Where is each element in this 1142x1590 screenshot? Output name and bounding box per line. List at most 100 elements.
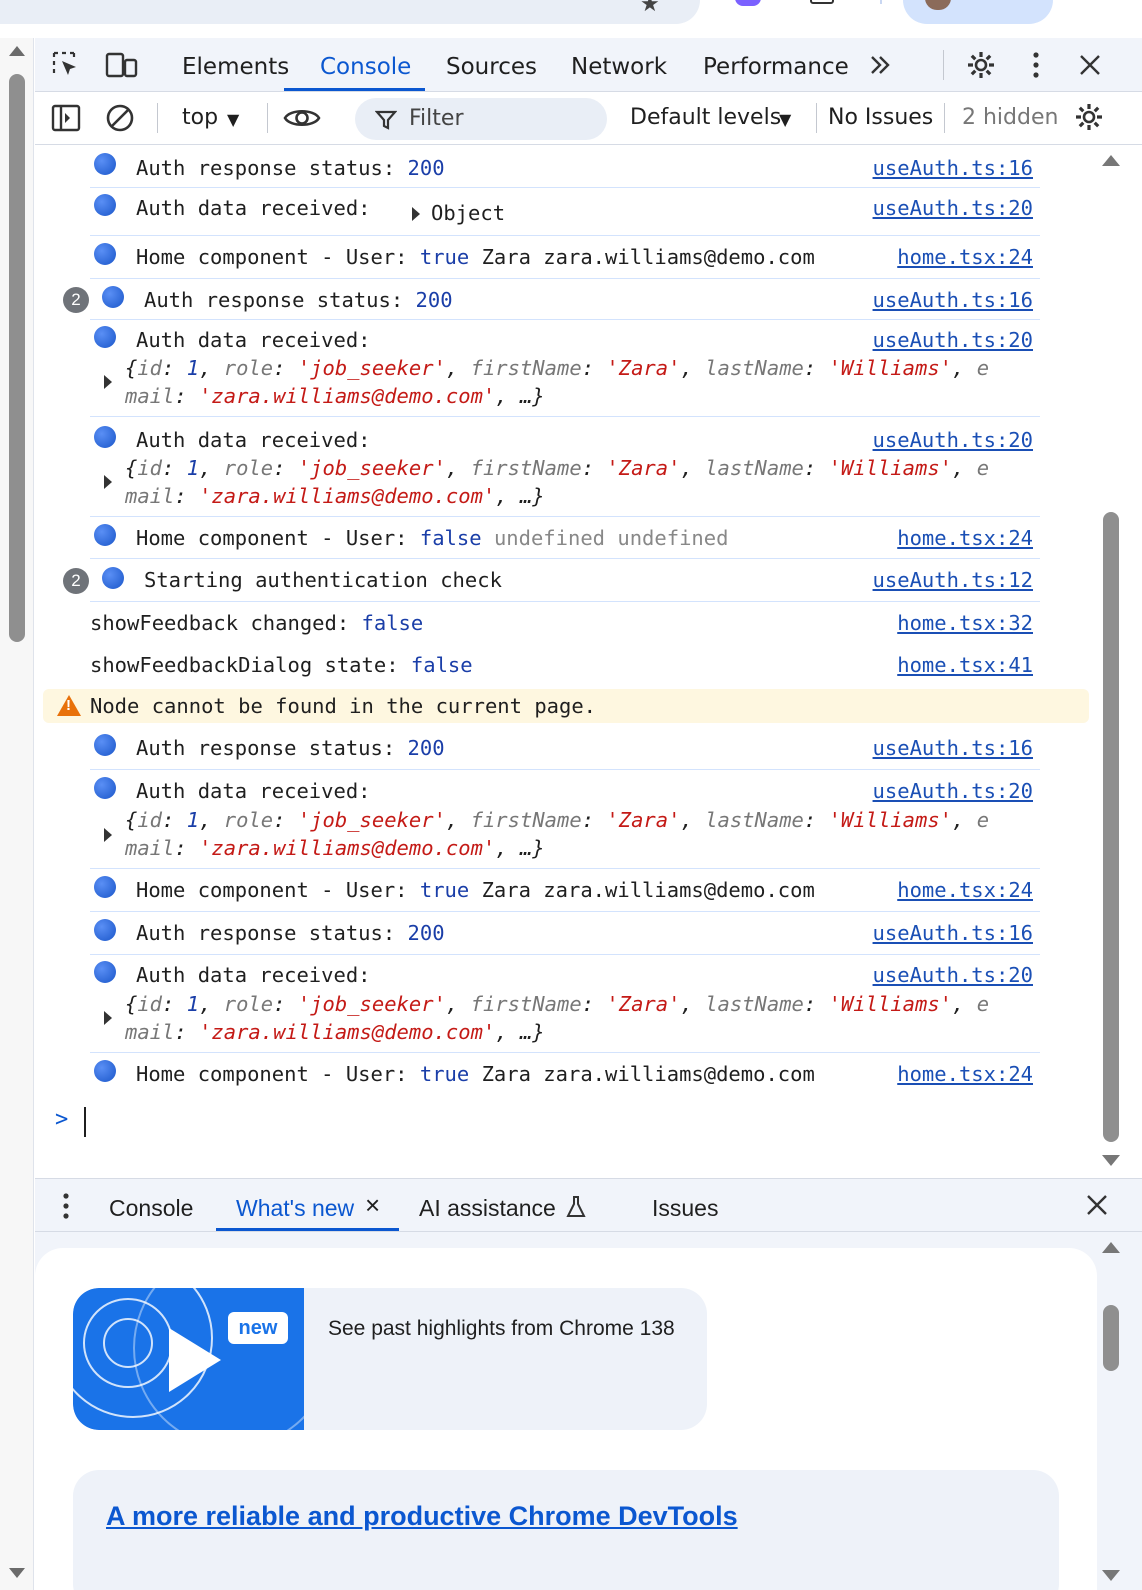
video-thumbnail[interactable]: new xyxy=(73,1288,304,1430)
expand-triangle-icon[interactable] xyxy=(104,828,112,842)
expand-triangle-icon[interactable] xyxy=(104,375,112,389)
extension-icon[interactable] xyxy=(735,0,761,6)
message-text: Auth data received: xyxy=(136,779,371,803)
tab-elements[interactable]: Elements xyxy=(182,52,289,82)
object-label[interactable]: Object xyxy=(431,199,505,227)
tab-console[interactable]: Console xyxy=(320,52,411,82)
console-scroll-down-icon[interactable] xyxy=(1102,1155,1120,1166)
scroll-thumb[interactable] xyxy=(9,74,25,642)
expand-triangle-icon[interactable] xyxy=(104,475,112,489)
console-scroll-up-icon[interactable] xyxy=(1102,155,1120,166)
info-dot-icon xyxy=(94,326,116,348)
source-link[interactable]: home.tsx:24 xyxy=(897,243,1033,271)
object-preview-line-1[interactable]: {id: 1, role: 'job_seeker', firstName: '… xyxy=(125,454,989,482)
drawer-scroll-down-icon[interactable] xyxy=(1102,1570,1120,1581)
bookmark-star-icon[interactable]: ★ xyxy=(640,0,660,17)
drawer-tab-whats-new[interactable]: What's new xyxy=(236,1193,354,1223)
close-tab-icon[interactable]: × xyxy=(365,1190,380,1220)
info-dot-icon xyxy=(94,919,116,941)
message-text: Auth data received: xyxy=(136,963,371,987)
message-text: Home component - User: xyxy=(136,1062,408,1086)
tab-sources[interactable]: Sources xyxy=(446,52,537,82)
tab-search-icon[interactable] xyxy=(810,0,834,4)
sidebar-toggle-icon[interactable] xyxy=(51,103,81,133)
source-link[interactable]: home.tsx:24 xyxy=(897,876,1033,904)
object-preview-line-1[interactable]: {id: 1, role: 'job_seeker', firstName: '… xyxy=(125,806,989,834)
chevron-down-icon[interactable]: ▼ xyxy=(779,105,791,135)
info-dot-icon xyxy=(102,567,124,589)
source-link[interactable]: home.tsx:32 xyxy=(897,609,1033,637)
tab-performance[interactable]: Performance xyxy=(703,52,849,82)
message-text: Starting authentication check xyxy=(144,568,502,592)
scroll-up-arrow-icon[interactable] xyxy=(9,46,25,56)
drawer-scroll-thumb[interactable] xyxy=(1103,1305,1119,1371)
console-scroll-thumb[interactable] xyxy=(1103,512,1119,1142)
source-link[interactable]: home.tsx:24 xyxy=(897,1060,1033,1088)
close-devtools-icon[interactable] xyxy=(1077,52,1103,78)
info-dot-icon xyxy=(102,286,124,308)
context-selector[interactable]: top xyxy=(182,103,218,133)
console-message: 2 Starting authentication check useAuth.… xyxy=(63,560,1040,602)
message-value: 200 xyxy=(415,288,453,312)
message-rest: Zara zara.williams@demo.com xyxy=(481,1062,815,1086)
drawer-tab-console[interactable]: Console xyxy=(109,1193,193,1223)
source-link[interactable]: useAuth.ts:16 xyxy=(873,154,1033,182)
source-link[interactable]: useAuth.ts:20 xyxy=(873,961,1033,989)
source-link[interactable]: useAuth.ts:20 xyxy=(873,777,1033,805)
drawer-scroll-up-icon[interactable] xyxy=(1102,1242,1120,1253)
object-preview-line-1[interactable]: {id: 1, role: 'job_seeker', firstName: '… xyxy=(125,990,989,1018)
console-message: Auth response status: 200 useAuth.ts:16 xyxy=(90,914,1040,955)
console-message: Home component - User: false undefined u… xyxy=(90,518,1040,559)
console-settings-gear-icon[interactable] xyxy=(1073,101,1105,133)
console-message: Auth data received: Object useAuth.ts:20 xyxy=(90,189,1040,236)
info-dot-icon xyxy=(94,961,116,983)
console-input[interactable] xyxy=(84,1107,86,1137)
filter-input[interactable]: Filter xyxy=(355,98,607,140)
object-preview-line-2[interactable]: mail: 'zara.williams@demo.com', …} xyxy=(125,482,545,510)
device-toolbar-icon[interactable] xyxy=(105,50,139,80)
info-dot-icon xyxy=(94,243,116,265)
browser-toolbar: ★ xyxy=(0,0,1142,38)
source-link[interactable]: useAuth.ts:20 xyxy=(873,194,1033,222)
source-link[interactable]: home.tsx:24 xyxy=(897,524,1033,552)
highlights-card[interactable]: new See past highlights from Chrome 138 xyxy=(73,1288,707,1430)
drawer-tab-ai-assistance[interactable]: AI assistance xyxy=(419,1193,556,1223)
object-preview-line-2[interactable]: mail: 'zara.williams@demo.com', …} xyxy=(125,834,545,862)
more-options-icon[interactable] xyxy=(1029,50,1043,80)
release-notes-card: A more reliable and productive Chrome De… xyxy=(73,1470,1059,1590)
drawer-menu-icon[interactable] xyxy=(59,1191,73,1221)
object-preview-line-2[interactable]: mail: 'zara.williams@demo.com', …} xyxy=(125,1018,545,1046)
drawer-tab-issues[interactable]: Issues xyxy=(652,1193,718,1223)
new-badge: new xyxy=(228,1312,288,1344)
source-link[interactable]: useAuth.ts:20 xyxy=(873,326,1033,354)
chevron-down-icon[interactable]: ▼ xyxy=(227,105,239,135)
play-icon[interactable] xyxy=(169,1328,221,1392)
source-link[interactable]: useAuth.ts:16 xyxy=(873,286,1033,314)
source-link[interactable]: home.tsx:41 xyxy=(897,651,1033,679)
source-link[interactable]: useAuth.ts:20 xyxy=(873,426,1033,454)
live-expression-eye-icon[interactable] xyxy=(283,103,321,133)
scroll-down-arrow-icon[interactable] xyxy=(9,1568,25,1578)
expand-triangle-icon[interactable] xyxy=(412,207,420,221)
settings-gear-icon[interactable] xyxy=(965,49,997,81)
inspect-element-icon[interactable] xyxy=(51,50,81,80)
message-text: Auth data received: xyxy=(136,428,371,452)
issues-counter[interactable]: No Issues xyxy=(828,103,933,133)
source-link[interactable]: useAuth.ts:12 xyxy=(873,566,1033,594)
close-drawer-icon[interactable] xyxy=(1085,1193,1109,1217)
release-notes-link[interactable]: A more reliable and productive Chrome De… xyxy=(106,1498,738,1534)
message-bool: true xyxy=(419,878,470,902)
page-scrollbar[interactable] xyxy=(0,38,34,1590)
console-message: showFeedbackDialog state: false home.tsx… xyxy=(90,645,1040,687)
object-preview-line-1[interactable]: {id: 1, role: 'job_seeker', firstName: '… xyxy=(125,354,989,382)
object-preview-line-2[interactable]: mail: 'zara.williams@demo.com', …} xyxy=(125,382,545,410)
source-link[interactable]: useAuth.ts:16 xyxy=(873,919,1033,947)
omnibox[interactable] xyxy=(0,0,700,24)
more-tabs-icon[interactable] xyxy=(867,52,893,78)
whats-new-panel: new See past highlights from Chrome 138 … xyxy=(35,1232,1142,1590)
source-link[interactable]: useAuth.ts:16 xyxy=(873,734,1033,762)
clear-console-icon[interactable] xyxy=(105,103,135,133)
log-levels-dropdown[interactable]: Default levels xyxy=(630,103,781,133)
expand-triangle-icon[interactable] xyxy=(104,1011,112,1025)
tab-network[interactable]: Network xyxy=(571,52,667,82)
